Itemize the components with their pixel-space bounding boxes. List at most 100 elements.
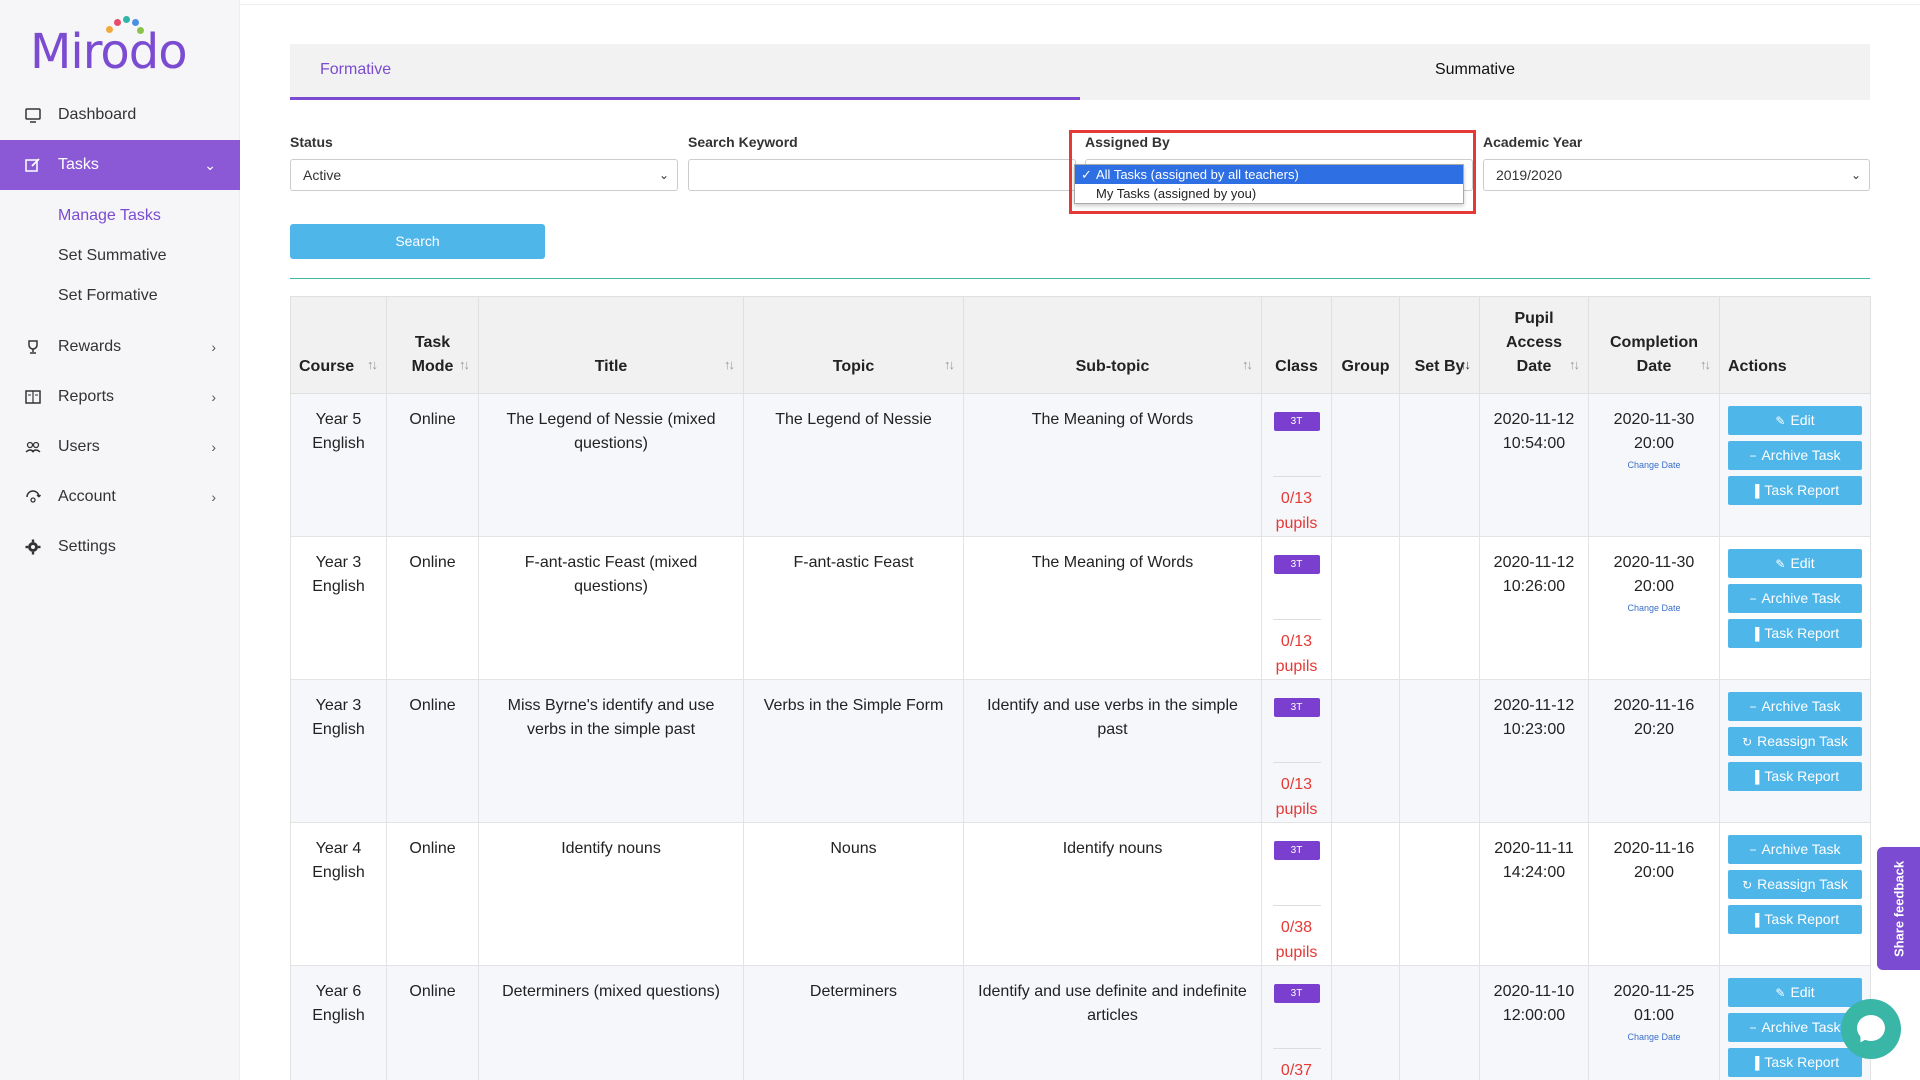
class-badge[interactable]: 3T	[1273, 698, 1320, 717]
reassign-task-button[interactable]: ↻ Reassign Task	[1728, 727, 1862, 756]
cell-subtopic: Identify and use verbs in the simple pas…	[963, 679, 1262, 823]
sidebar-nav: Dashboard Tasks ⌄ Manage Tasks Set Summa…	[0, 90, 240, 572]
col-title[interactable]: Title ↑↓	[478, 296, 744, 394]
cell-class: 3T 0/37 pupils	[1261, 965, 1332, 1080]
monitor-icon	[24, 106, 42, 124]
archive-task-button[interactable]: − Archive Task	[1728, 692, 1862, 721]
edit-button[interactable]: ✎ Edit	[1728, 978, 1862, 1007]
sort-icon[interactable]: ↑↓	[459, 353, 470, 377]
sort-icon[interactable]: ↑↓	[1242, 353, 1253, 377]
edit-button[interactable]: ✎ Edit	[1728, 549, 1862, 578]
sidebar-item-tasks[interactable]: Tasks ⌄	[0, 140, 240, 190]
cell-task-mode: Online	[386, 393, 479, 537]
tab-formative[interactable]: Formative	[290, 44, 1080, 100]
pupil-count[interactable]: 0/13 pupils	[1270, 486, 1323, 536]
academic-year-label: Academic Year	[1483, 134, 1583, 150]
col-completion[interactable]: Completion Date ↑↓	[1588, 296, 1720, 394]
minus-icon: −	[1749, 1021, 1757, 1035]
logo[interactable]: Mirodo	[30, 14, 190, 80]
cell-group	[1331, 965, 1400, 1080]
pupil-count[interactable]: 0/13 pupils	[1270, 629, 1323, 679]
cell-completion: 2020-11-30 20:00 Change Date	[1588, 393, 1720, 537]
sort-icon[interactable]: ↑↓	[1700, 353, 1711, 377]
sidebar-item-users[interactable]: Users ›	[0, 422, 240, 472]
cell-task-mode: Online	[386, 536, 479, 680]
sidebar-item-account[interactable]: Account ›	[0, 472, 240, 522]
bar-chart-icon: ▐	[1750, 484, 1760, 498]
sort-icon[interactable]: ↑↓	[944, 353, 955, 377]
sidebar-item-reports[interactable]: Reports ›	[0, 372, 240, 422]
table-row: Year 4 English Online Identify nouns Nouns I…	[290, 822, 1871, 966]
col-pupil-access-label: Pupil Access Date	[1505, 310, 1563, 375]
refresh-icon: ↻	[1742, 735, 1753, 749]
task-report-button[interactable]: ▐ Task Report	[1728, 619, 1862, 648]
change-date-link[interactable]: Change Date	[1597, 1031, 1711, 1043]
minus-icon: −	[1749, 843, 1757, 857]
sidebar-item-rewards[interactable]: Rewards ›	[0, 322, 240, 372]
dropdown-option-all-tasks[interactable]: ✓ All Tasks (assigned by all teachers)	[1075, 165, 1463, 184]
cell-course: Year 3 English	[290, 536, 387, 680]
class-badge[interactable]: 3T	[1273, 984, 1320, 1003]
task-report-button[interactable]: ▐ Task Report	[1728, 1048, 1862, 1077]
cell-set-by	[1399, 393, 1480, 537]
search-keyword-input[interactable]	[688, 159, 1076, 191]
cell-title: F-ant-astic Feast (mixed questions)	[478, 536, 744, 680]
chat-button[interactable]	[1841, 999, 1901, 1059]
reassign-task-button[interactable]: ↻ Reassign Task	[1728, 870, 1862, 899]
col-task-mode[interactable]: Task Mode ↑↓	[386, 296, 479, 394]
task-report-button[interactable]: ▐ Task Report	[1728, 762, 1862, 791]
archive-task-button[interactable]: − Archive Task	[1728, 584, 1862, 613]
task-report-button[interactable]: ▐ Task Report	[1728, 905, 1862, 934]
cell-set-by	[1399, 536, 1480, 680]
pupil-count[interactable]: 0/37 pupils	[1270, 1058, 1323, 1080]
pupil-count[interactable]: 0/13 pupils	[1270, 772, 1323, 822]
bar-chart-icon: ▐	[1750, 1056, 1760, 1070]
col-completion-label: Completion Date	[1610, 334, 1698, 375]
cell-set-by	[1399, 822, 1480, 966]
edit-icon: ✎	[1775, 414, 1786, 428]
status-select[interactable]: Active ⌄	[290, 159, 678, 191]
class-badge[interactable]: 3T	[1273, 555, 1320, 574]
subnav-set-summative[interactable]: Set Summative	[0, 236, 240, 276]
search-button[interactable]: Search	[290, 224, 545, 259]
subnav-manage-tasks[interactable]: Manage Tasks	[0, 196, 240, 236]
search-keyword-label: Search Keyword	[688, 134, 798, 150]
change-date-link[interactable]: Change Date	[1597, 459, 1711, 471]
col-topic[interactable]: Topic ↑↓	[743, 296, 964, 394]
col-pupil-access[interactable]: Pupil Access Date ↑↓	[1479, 296, 1589, 394]
change-date-link[interactable]: Change Date	[1597, 602, 1711, 614]
archive-task-button[interactable]: − Archive Task	[1728, 835, 1862, 864]
edit-icon: ✎	[1775, 986, 1786, 1000]
dropdown-option-my-tasks[interactable]: My Tasks (assigned by you)	[1075, 184, 1463, 203]
archive-task-button[interactable]: − Archive Task	[1728, 441, 1862, 470]
cell-pupil-access: 2020-11-12 10:23:00	[1479, 679, 1589, 823]
col-class: Class	[1261, 296, 1332, 394]
share-feedback-button[interactable]: Share feedback	[1877, 847, 1920, 970]
sidebar-item-settings[interactable]: Settings	[0, 522, 240, 572]
cell-pupil-access: 2020-11-11 14:24:00	[1479, 822, 1589, 966]
pupil-count[interactable]: 0/38 pupils	[1270, 915, 1323, 965]
col-subtopic[interactable]: Sub-topic ↑↓	[963, 296, 1262, 394]
sort-icon[interactable]: ↑↓	[367, 353, 378, 377]
task-report-button[interactable]: ▐ Task Report	[1728, 476, 1862, 505]
cell-group	[1331, 393, 1400, 537]
edit-button[interactable]: ✎ Edit	[1728, 406, 1862, 435]
sort-icon[interactable]: ↑↓	[1569, 353, 1580, 377]
class-badge[interactable]: 3T	[1273, 841, 1320, 860]
col-set-by[interactable]: Set By ↑↓	[1399, 296, 1480, 394]
academic-year-select[interactable]: 2019/2020 ⌄	[1483, 159, 1870, 191]
sidebar-item-dashboard[interactable]: Dashboard	[0, 90, 240, 140]
subnav-set-formative[interactable]: Set Formative	[0, 276, 240, 316]
class-badge[interactable]: 3T	[1273, 412, 1320, 431]
sort-icon[interactable]: ↑↓	[1460, 353, 1471, 377]
col-course[interactable]: Course ↑↓	[290, 296, 387, 394]
sort-icon[interactable]: ↑↓	[724, 353, 735, 377]
cell-task-mode: Online	[386, 965, 479, 1080]
option-label: All Tasks (assigned by all teachers)	[1096, 167, 1299, 182]
sidebar-item-label: Users	[58, 438, 100, 455]
tab-summative[interactable]: Summative	[1080, 44, 1870, 100]
action-label: Edit	[1790, 555, 1815, 571]
action-label: Archive Task	[1761, 698, 1841, 714]
cell-group	[1331, 536, 1400, 680]
action-label: Task Report	[1764, 911, 1840, 927]
